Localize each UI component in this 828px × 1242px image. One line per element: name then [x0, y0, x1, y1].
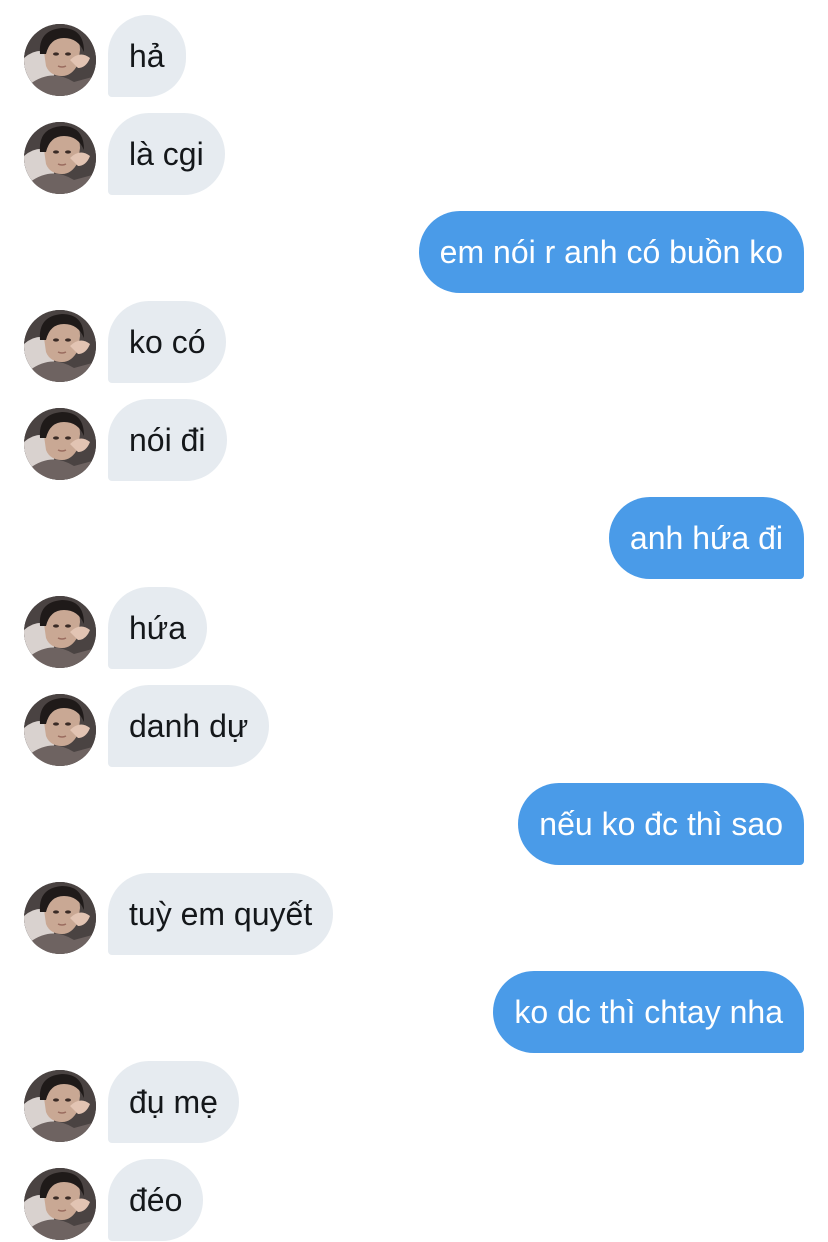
- avatar-photo-icon: [24, 408, 96, 480]
- message-row-outgoing: nếu ko đc thì sao: [0, 783, 828, 865]
- message-bubble-outgoing[interactable]: em nói r anh có buồn ko: [418, 211, 804, 293]
- message-bubble-incoming[interactable]: đụ mẹ: [108, 1061, 239, 1143]
- message-row-incoming: tuỳ em quyết: [0, 873, 828, 955]
- message-row-outgoing: anh hứa đi: [0, 497, 828, 579]
- contact-avatar[interactable]: [24, 596, 96, 668]
- contact-avatar[interactable]: [24, 310, 96, 382]
- message-bubble-incoming[interactable]: ko có: [108, 301, 227, 383]
- message-bubble-incoming[interactable]: hả: [108, 15, 186, 97]
- avatar-photo-icon: [24, 596, 96, 668]
- avatar-photo-icon: [24, 122, 96, 194]
- contact-avatar[interactable]: [24, 1168, 96, 1240]
- message-bubble-outgoing[interactable]: ko dc thì chtay nha: [493, 971, 804, 1053]
- message-bubble-incoming[interactable]: danh dự: [108, 685, 270, 767]
- chat-thread[interactable]: hả là cgi em nói r anh có buồn ko ko có …: [0, 0, 828, 1242]
- avatar-photo-icon: [24, 694, 96, 766]
- contact-avatar[interactable]: [24, 24, 96, 96]
- message-bubble-incoming[interactable]: tuỳ em quyết: [108, 873, 334, 955]
- contact-avatar[interactable]: [24, 694, 96, 766]
- message-row-incoming: hả: [0, 15, 828, 97]
- message-bubble-incoming[interactable]: hứa: [108, 587, 208, 669]
- avatar-photo-icon: [24, 1168, 96, 1240]
- contact-avatar[interactable]: [24, 408, 96, 480]
- message-row-incoming: là cgi: [0, 113, 828, 195]
- message-bubble-outgoing[interactable]: nếu ko đc thì sao: [518, 783, 804, 865]
- avatar-photo-icon: [24, 310, 96, 382]
- avatar-photo-icon: [24, 1070, 96, 1142]
- message-row-incoming: đụ mẹ: [0, 1061, 828, 1143]
- message-row-incoming: đéo: [0, 1159, 828, 1241]
- message-bubble-incoming[interactable]: đéo: [108, 1159, 204, 1241]
- message-row-incoming: hứa: [0, 587, 828, 669]
- avatar-photo-icon: [24, 882, 96, 954]
- message-bubble-incoming[interactable]: nói đi: [108, 399, 227, 481]
- message-row-incoming: danh dự: [0, 685, 828, 767]
- message-row-outgoing: em nói r anh có buồn ko: [0, 211, 828, 293]
- message-row-incoming: nói đi: [0, 399, 828, 481]
- contact-avatar[interactable]: [24, 122, 96, 194]
- message-row-incoming: ko có: [0, 301, 828, 383]
- contact-avatar[interactable]: [24, 1070, 96, 1142]
- message-row-outgoing: ko dc thì chtay nha: [0, 971, 828, 1053]
- contact-avatar[interactable]: [24, 882, 96, 954]
- message-bubble-outgoing[interactable]: anh hứa đi: [608, 497, 804, 579]
- avatar-photo-icon: [24, 24, 96, 96]
- message-bubble-incoming[interactable]: là cgi: [108, 113, 225, 195]
